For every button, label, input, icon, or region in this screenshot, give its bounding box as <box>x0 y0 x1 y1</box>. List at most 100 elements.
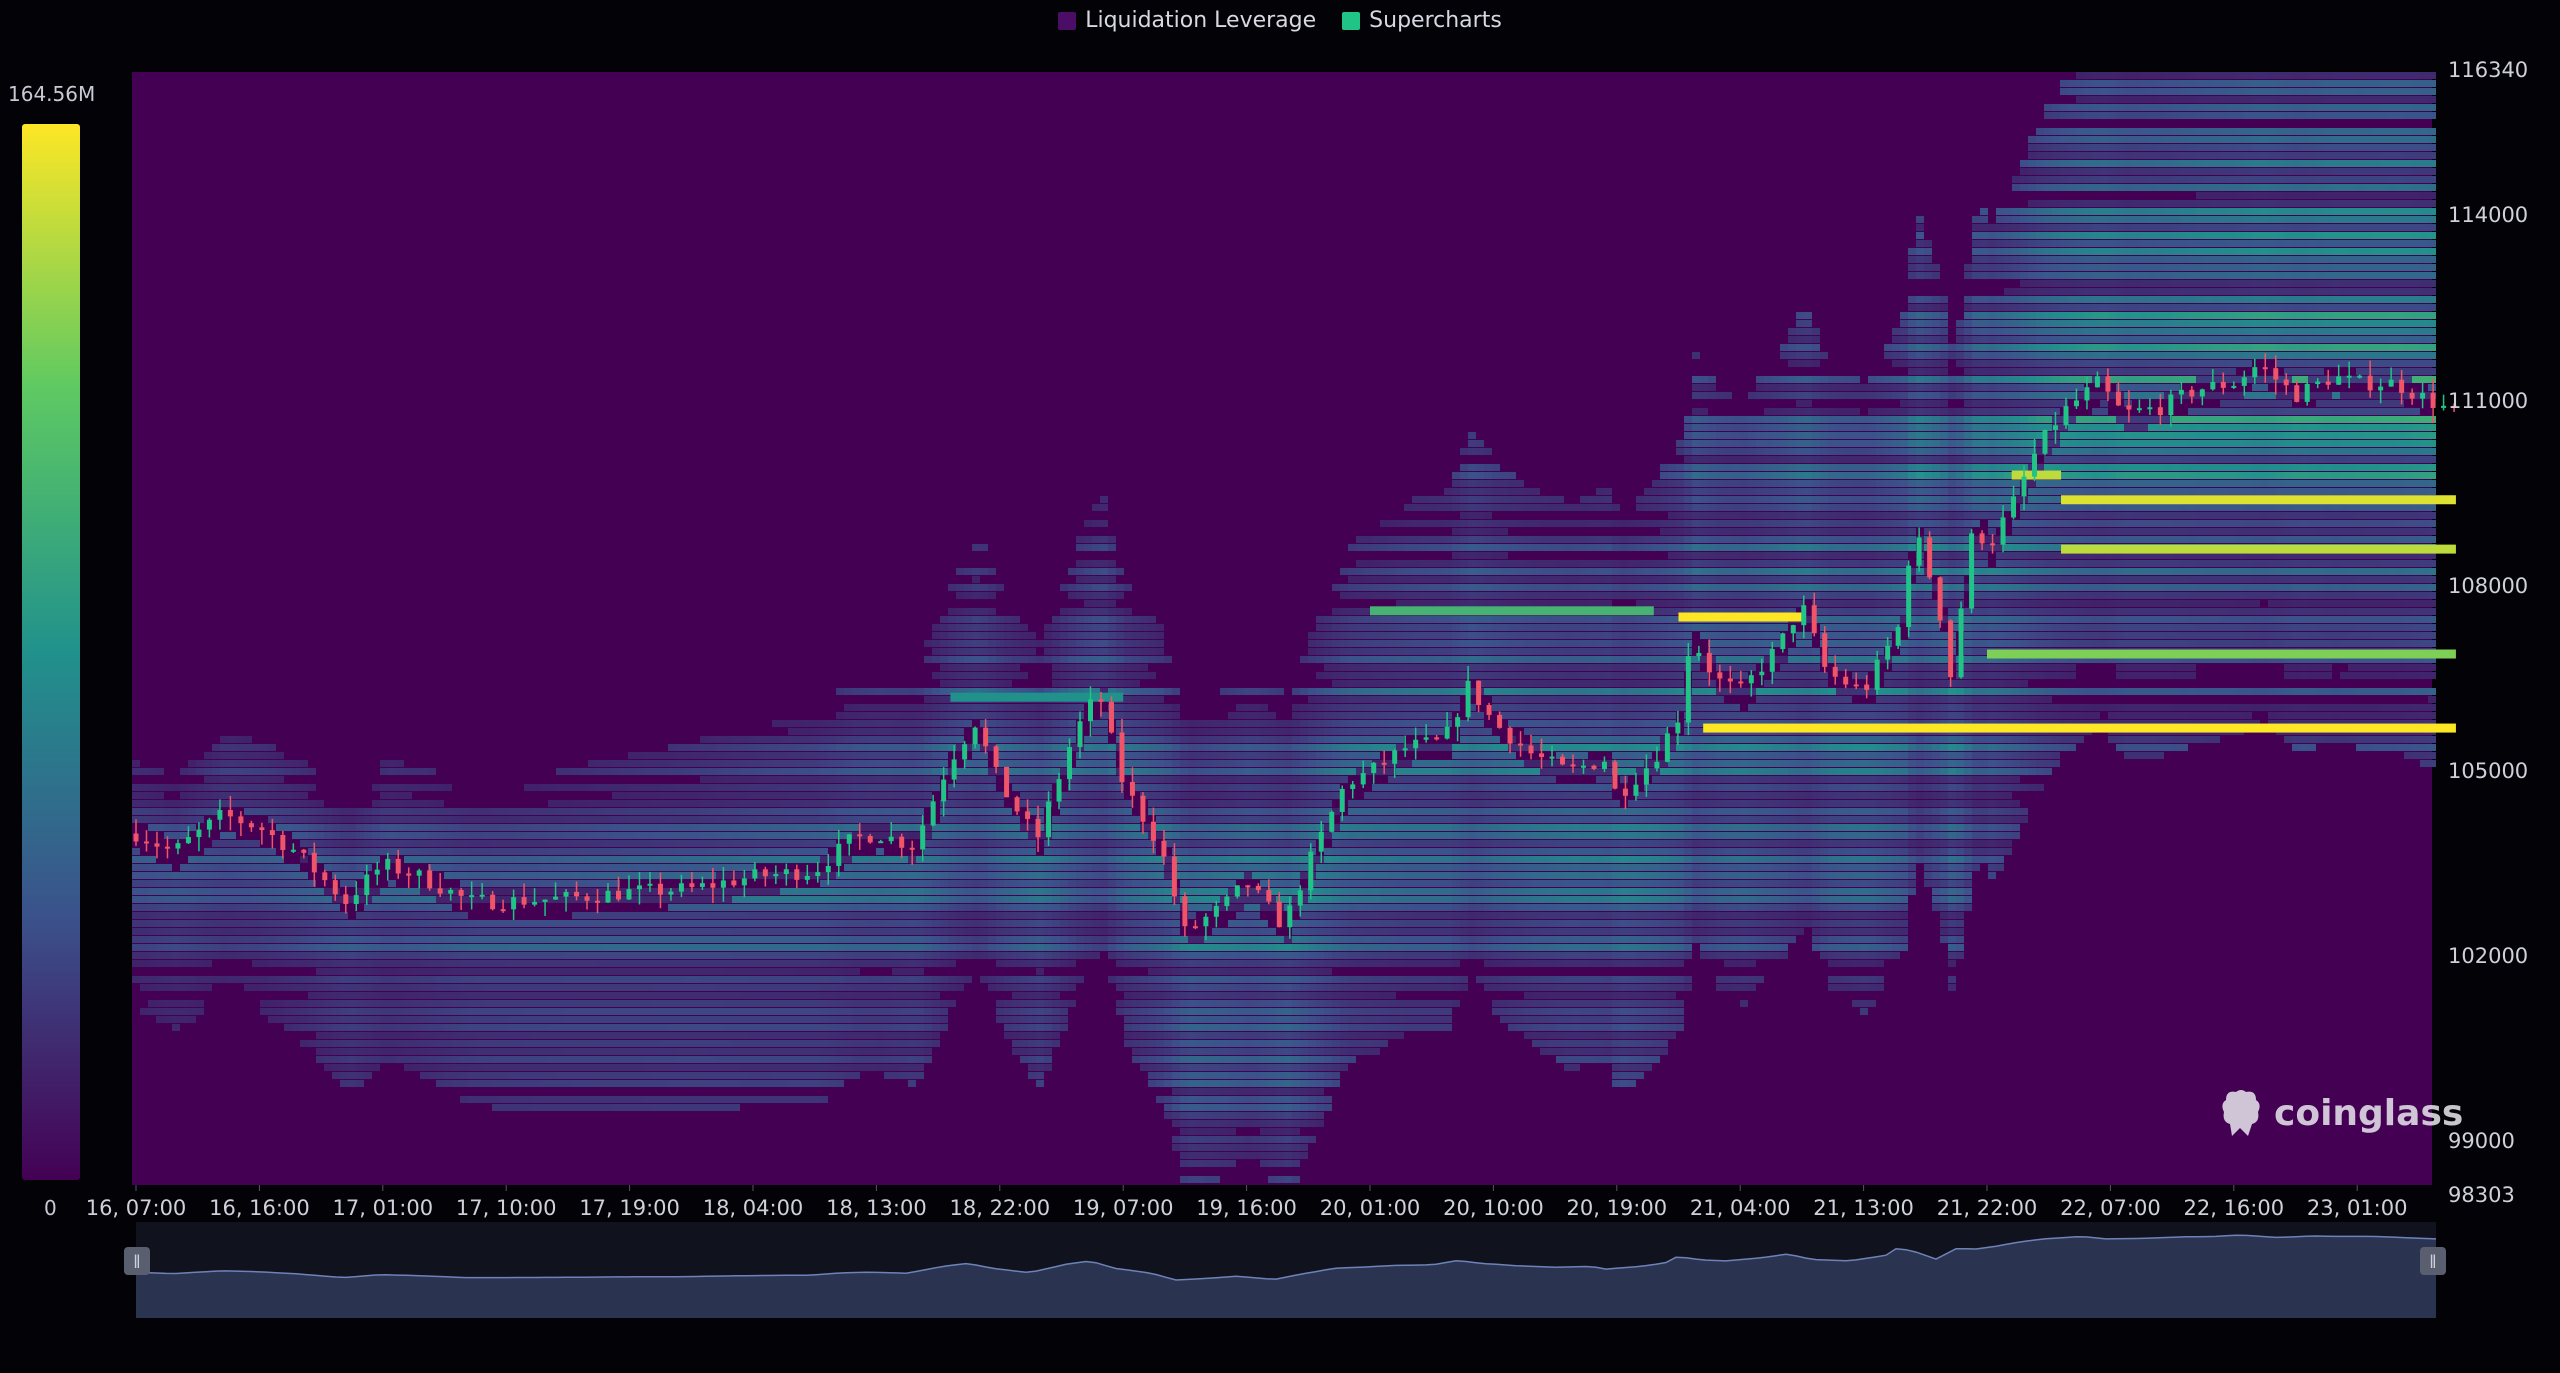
heatmap-cell <box>708 944 716 951</box>
heatmap-cell <box>932 672 940 679</box>
heatmap-cell <box>700 816 708 823</box>
heatmap-cell <box>308 816 316 823</box>
heatmap-cell <box>260 792 268 799</box>
heatmap-cell <box>1132 640 1140 647</box>
heatmap-cell <box>716 976 724 983</box>
heatmap-cell <box>1148 648 1156 655</box>
heatmap-cell <box>1084 816 1092 823</box>
heatmap-cell <box>1044 912 1052 919</box>
heatmap-cell <box>428 896 436 903</box>
heatmap-cell <box>892 984 900 991</box>
heatmap-cell <box>732 824 740 831</box>
heatmap-cell <box>532 856 540 863</box>
heatmap-cell <box>948 920 956 927</box>
heatmap-cell <box>372 800 380 807</box>
heatmap-cell <box>188 904 196 911</box>
heatmap-cell <box>348 808 356 815</box>
heatmap-cell <box>924 864 932 871</box>
heatmap-cell <box>940 752 948 759</box>
heatmap-cell <box>268 744 276 751</box>
heatmap-cell <box>396 784 404 791</box>
heatmap-cell <box>940 720 948 727</box>
heatmap-cell <box>444 1016 452 1023</box>
heatmap-cell <box>196 1000 204 1007</box>
heatmap-cell <box>700 808 708 815</box>
heatmap-cell <box>164 896 172 903</box>
heatmap-chart[interactable] <box>0 0 2560 1373</box>
heatmap-cell <box>804 1048 812 1055</box>
heatmap-cell <box>508 1016 516 1023</box>
heatmap-cell <box>1132 696 1140 703</box>
heatmap-cell <box>828 928 836 935</box>
heatmap-cell <box>396 1032 404 1039</box>
heatmap-cell <box>148 808 156 815</box>
heatmap-cell <box>780 760 788 767</box>
heatmap-cell <box>484 1096 492 1103</box>
heatmap-cell <box>996 960 1004 967</box>
heatmap-cell <box>948 672 956 679</box>
heatmap-cell <box>316 920 324 927</box>
heatmap-cell <box>1060 624 1068 631</box>
heatmap-cell <box>628 840 636 847</box>
heatmap-cell <box>980 624 988 631</box>
heatmap-cell <box>420 840 428 847</box>
heatmap-cell <box>300 952 308 959</box>
heatmap-cell <box>1020 800 1028 807</box>
heatmap-cell <box>900 1000 908 1007</box>
heatmap-cell <box>1012 664 1020 671</box>
heatmap-cell <box>836 920 844 927</box>
heatmap-cell <box>948 640 956 647</box>
heatmap-cell <box>644 1032 652 1039</box>
heatmap-cell <box>652 1016 660 1023</box>
heatmap-cell <box>412 1000 420 1007</box>
heatmap-cell <box>1084 768 1092 775</box>
heatmap-cell <box>388 992 396 999</box>
heatmap-cell <box>436 824 444 831</box>
heatmap-cell <box>716 928 724 935</box>
heatmap-cell <box>884 1048 892 1055</box>
heatmap-cell <box>716 784 724 791</box>
heatmap-cell <box>204 944 212 951</box>
heatmap-cell <box>476 816 484 823</box>
heatmap-cell <box>1108 792 1116 799</box>
heatmap-cell <box>940 1008 948 1015</box>
heatmap-cell <box>372 1064 380 1071</box>
heatmap-cell <box>140 768 148 775</box>
heatmap-cell <box>972 824 980 831</box>
heatmap-cell <box>404 768 412 775</box>
heatmap-cell <box>1092 904 1100 911</box>
heatmap-cell <box>204 872 212 879</box>
heatmap-cell <box>756 928 764 935</box>
heatmap-cell <box>580 968 588 975</box>
heatmap-cell <box>156 984 164 991</box>
heatmap-cell <box>852 728 860 735</box>
heatmap-cell <box>372 816 380 823</box>
heatmap-cell <box>308 1000 316 1007</box>
heatmap-cell <box>660 1000 668 1007</box>
heatmap-cell <box>284 952 292 959</box>
heatmap-cell <box>604 824 612 831</box>
heatmap-cell <box>820 728 828 735</box>
heatmap-cell <box>660 800 668 807</box>
heatmap-cell <box>940 816 948 823</box>
heatmap-cell <box>404 1008 412 1015</box>
heatmap-cell <box>292 960 300 967</box>
heatmap-cell <box>716 752 724 759</box>
heatmap-cell <box>804 920 812 927</box>
heatmap-cell <box>300 824 308 831</box>
heatmap-cell <box>540 936 548 943</box>
heatmap-cell <box>684 984 692 991</box>
heatmap-cell <box>836 936 844 943</box>
heatmap-cell <box>676 1032 684 1039</box>
heatmap-cell <box>580 920 588 927</box>
heatmap-cell <box>476 944 484 951</box>
heatmap-cell <box>764 776 772 783</box>
heatmap-cell <box>1132 648 1140 655</box>
heatmap-cell <box>588 1056 596 1063</box>
heatmap-cell <box>772 944 780 951</box>
heatmap-cell <box>612 1064 620 1071</box>
heatmap-cell <box>476 848 484 855</box>
heatmap-cell <box>1124 584 1132 591</box>
heatmap-cell <box>820 848 828 855</box>
heatmap-cell <box>420 832 428 839</box>
